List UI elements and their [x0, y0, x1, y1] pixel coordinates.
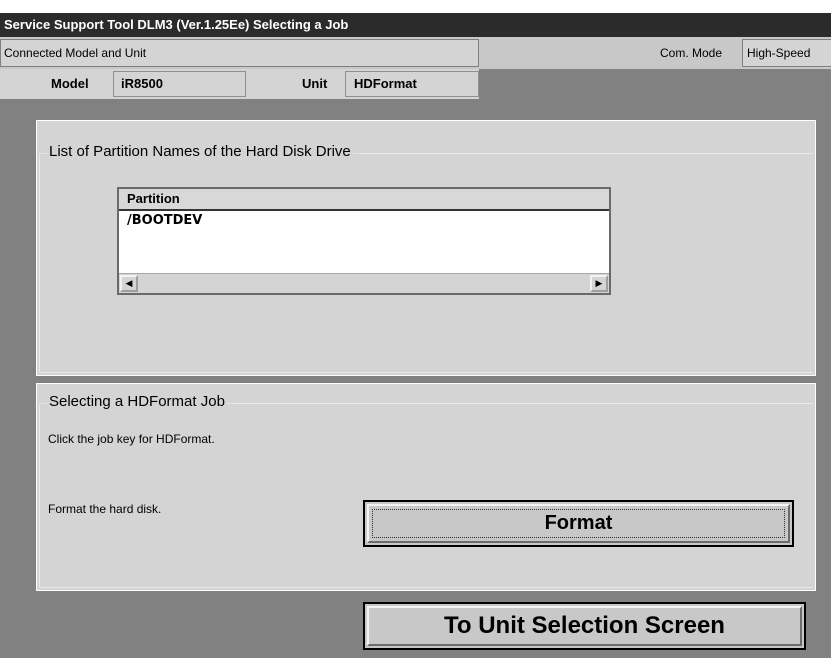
- scroll-left-icon[interactable]: ◀: [120, 275, 138, 292]
- job-groupbox: [39, 403, 813, 588]
- scroll-right-icon[interactable]: ▶: [590, 275, 608, 292]
- model-unit-row: Model iR8500 Unit HDFormat: [0, 69, 479, 99]
- partition-column-header[interactable]: Partition: [119, 189, 609, 211]
- model-label: Model: [51, 76, 89, 91]
- window-title: Service Support Tool DLM3 (Ver.1.25Ee) S…: [0, 13, 831, 37]
- partition-group-title: List of Partition Names of the Hard Disk…: [47, 143, 353, 160]
- com-mode-label: Com. Mode: [660, 46, 723, 60]
- horizontal-scrollbar[interactable]: ◀ ▶: [119, 273, 609, 293]
- job-instruction: Click the job key for HDFormat.: [48, 432, 215, 446]
- format-button-label: Format: [544, 512, 613, 534]
- top-margin: [0, 0, 831, 13]
- partition-panel: List of Partition Names of the Hard Disk…: [36, 120, 816, 376]
- unit-value: HDFormat: [345, 71, 479, 97]
- job-group-title: Selecting a HDFormat Job: [47, 393, 227, 410]
- format-description: Format the hard disk.: [48, 502, 162, 516]
- connected-model-label: Connected Model and Unit: [0, 39, 479, 67]
- model-value: iR8500: [113, 71, 246, 97]
- partition-list[interactable]: Partition /BOOTDEV ◀ ▶: [117, 187, 611, 295]
- job-panel: Selecting a HDFormat Job Click the job k…: [36, 383, 816, 591]
- app-window: Service Support Tool DLM3 (Ver.1.25Ee) S…: [0, 0, 831, 658]
- unit-label: Unit: [302, 76, 328, 91]
- unit-selection-button-label: To Unit Selection Screen: [444, 612, 725, 639]
- unit-selection-button[interactable]: To Unit Selection Screen: [363, 602, 806, 650]
- connection-bar: Connected Model and Unit Com. Mode High-…: [0, 37, 831, 69]
- format-button[interactable]: Format: [363, 500, 794, 547]
- com-mode-value: High-Speed: [742, 39, 831, 67]
- list-item[interactable]: /BOOTDEV: [121, 213, 202, 228]
